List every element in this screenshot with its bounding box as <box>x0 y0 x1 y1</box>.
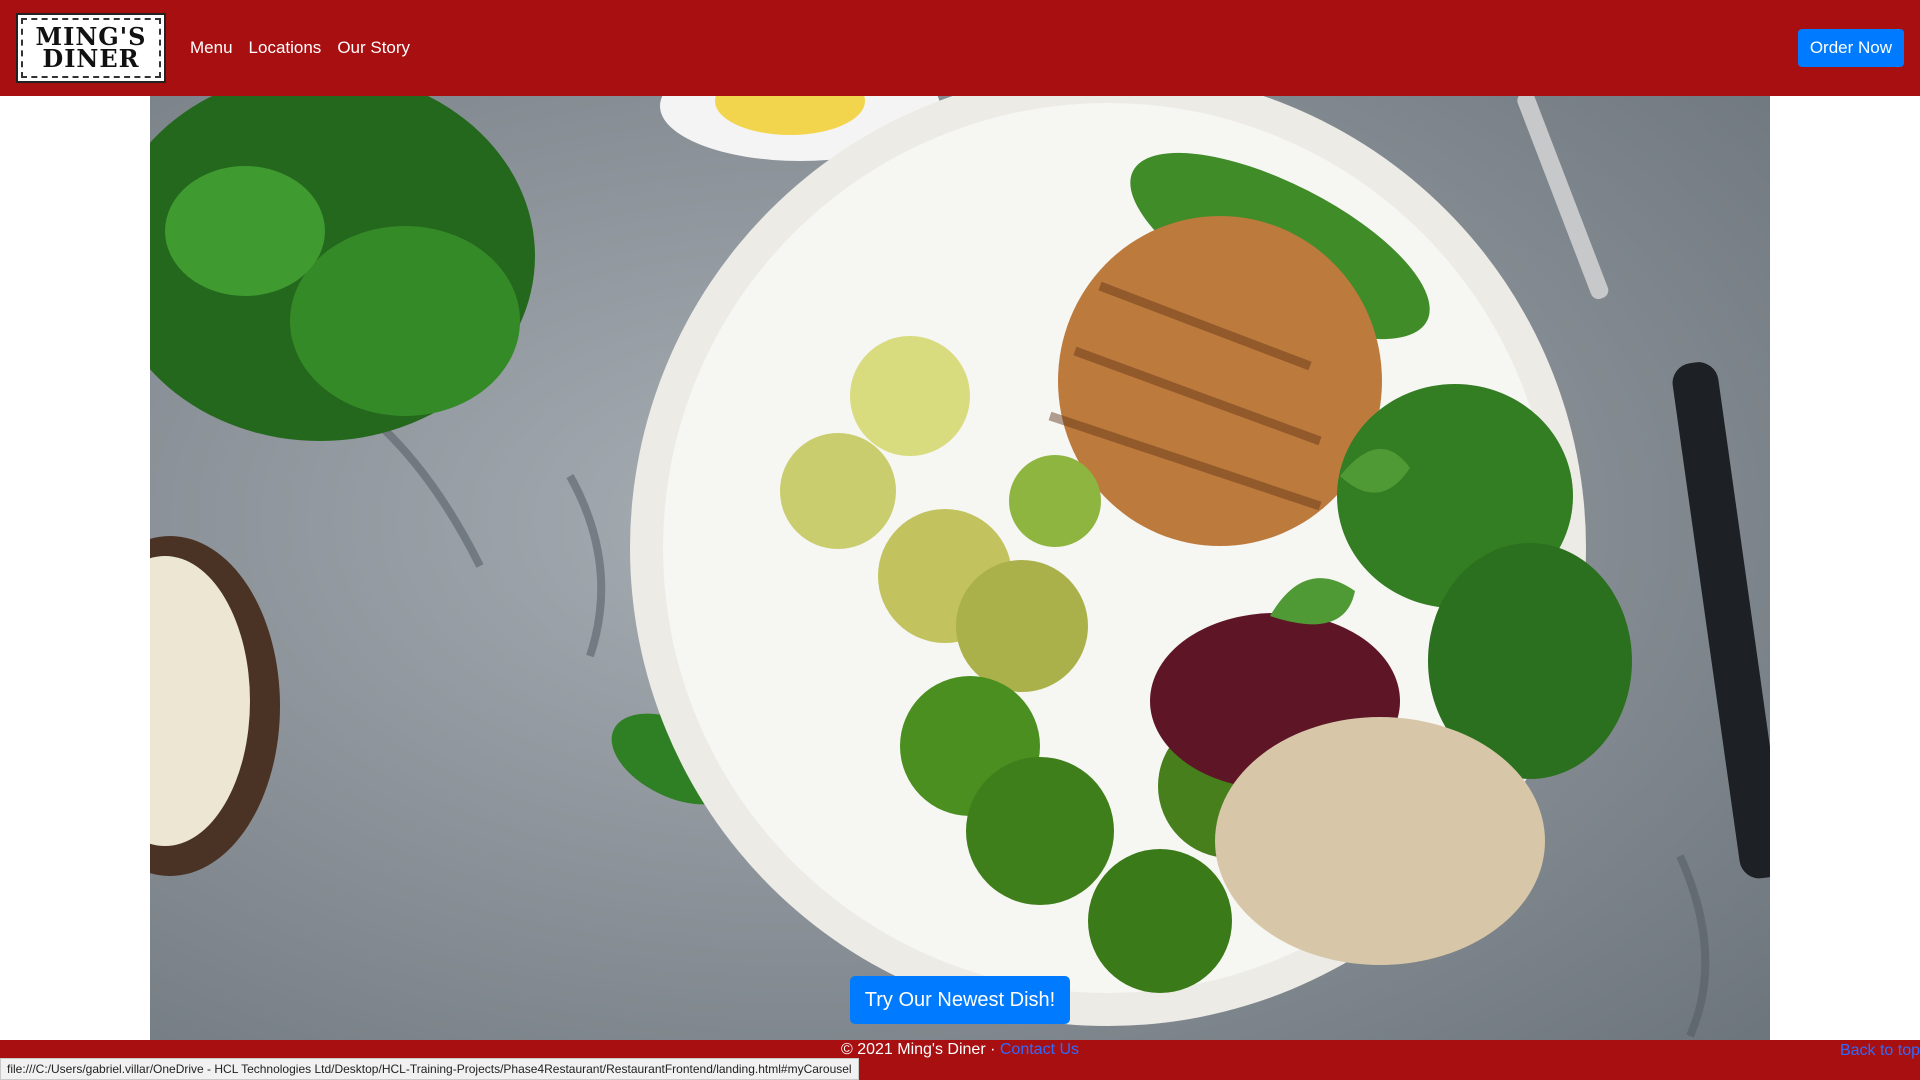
logo-line-2: DINER <box>42 44 140 73</box>
contact-us-link[interactable]: Contact Us <box>1000 1041 1079 1058</box>
nav-menu-link[interactable]: Menu <box>190 38 233 58</box>
footer-copyright-line: © 2021 Ming's Diner · Contact Us <box>0 1041 1920 1059</box>
copyright-text: © 2021 Ming's Diner · <box>840 1041 1000 1058</box>
brand-logo[interactable]: MING'S DINER <box>16 13 166 83</box>
hero-carousel-image[interactable] <box>150 96 1770 1040</box>
nav-our-story-link[interactable]: Our Story <box>337 38 410 58</box>
logo-frame: MING'S DINER <box>21 18 161 78</box>
food-bowl-image <box>150 96 1770 1040</box>
browser-status-url: file:///C:/Users/gabriel.villar/OneDrive… <box>0 1058 859 1080</box>
back-to-top-link[interactable]: Back to top <box>1840 1042 1920 1060</box>
order-now-button[interactable]: Order Now <box>1797 29 1904 67</box>
navbar: MING'S DINER Menu Locations Our Story Or… <box>0 0 1920 96</box>
nav-locations-link[interactable]: Locations <box>249 38 322 58</box>
try-newest-dish-button[interactable]: Try Our Newest Dish! <box>850 976 1070 1024</box>
nav-links: Menu Locations Our Story <box>190 0 426 96</box>
